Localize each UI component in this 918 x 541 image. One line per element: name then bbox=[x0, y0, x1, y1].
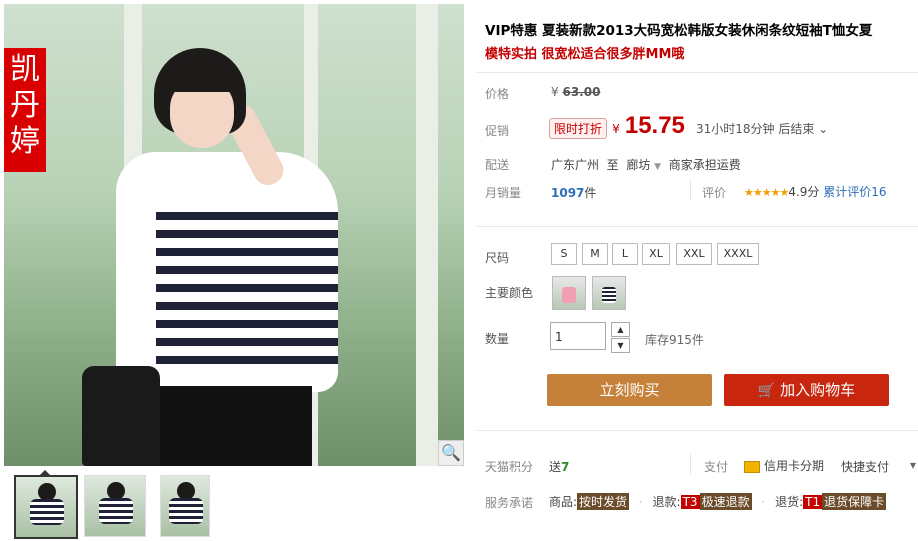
stock: 库存915件 bbox=[645, 333, 704, 347]
buy-now-button[interactable]: 立刻购买 bbox=[547, 374, 712, 406]
chevron-down-icon[interactable]: ▼ bbox=[654, 162, 661, 172]
goods-prefix: 商品: bbox=[549, 495, 578, 509]
ship-to-select[interactable]: 廊坊 bbox=[626, 158, 650, 172]
quantity-input[interactable]: 1 bbox=[550, 322, 606, 350]
window-frame bbox=[416, 4, 438, 466]
divider bbox=[476, 226, 918, 227]
credit-label: 信用卡分期 bbox=[764, 459, 825, 473]
fast-refund-tag[interactable]: 极速退款 bbox=[699, 493, 752, 510]
rating-score: 4.9分 bbox=[788, 185, 820, 199]
size-label: 尺码 bbox=[485, 251, 510, 265]
striped-shirt bbox=[116, 152, 338, 392]
price-label: 价格 bbox=[485, 87, 510, 101]
add-to-cart-button[interactable]: 🛒 加入购物车 bbox=[724, 374, 889, 406]
chevron-down-icon: ⌄ bbox=[818, 122, 829, 136]
promo-price: 15.75 bbox=[624, 112, 685, 139]
sales-label: 月销量 bbox=[485, 186, 522, 200]
add-to-cart-label: 加入购物车 bbox=[780, 381, 856, 399]
thumbnail-2[interactable] bbox=[84, 475, 146, 537]
size-option-xxl[interactable]: XXL bbox=[676, 243, 712, 265]
return-prefix: 退货: bbox=[775, 495, 804, 509]
size-option-s[interactable]: S bbox=[551, 243, 577, 265]
reviews-link[interactable]: 累计评价16 bbox=[823, 185, 886, 199]
currency: ¥ bbox=[612, 122, 620, 136]
product-subtitle: 模特实拍 很宽松适合很多胖MM哦 bbox=[485, 47, 685, 62]
divider bbox=[476, 72, 918, 73]
pay-label: 支付 bbox=[704, 460, 729, 474]
service-commitments: 商品: 按时发货 · 退款: T3 极速退款 · 退货: T1 退货保障卡 bbox=[549, 493, 887, 510]
rating: ★★★★★4.9分 累计评价16 bbox=[744, 183, 887, 200]
shipping-info: 广东广州 至 廊坊 ▼ 商家承担运费 bbox=[551, 156, 741, 173]
shipping-fee: 商家承担运费 bbox=[668, 158, 741, 172]
product-title: VIP特惠 夏装新款2013大码宽松韩版女装休闲条纹短袖T恤女夏 bbox=[485, 23, 873, 39]
refund-code-badge: T3 bbox=[680, 495, 700, 509]
qty-increase-button[interactable]: ▲ bbox=[611, 322, 630, 337]
points-number: 7 bbox=[561, 460, 570, 474]
divider bbox=[476, 430, 918, 431]
divider bbox=[690, 454, 691, 474]
service-label: 服务承诺 bbox=[485, 496, 534, 510]
points-label: 天猫积分 bbox=[485, 460, 534, 474]
countdown-text: 31小时18分钟 后结束 bbox=[696, 122, 815, 136]
divider bbox=[690, 180, 691, 200]
thumbnail-3[interactable] bbox=[160, 475, 210, 537]
qty-decrease-button[interactable]: ▼ bbox=[611, 338, 630, 353]
points-give: 送 bbox=[549, 460, 562, 474]
promo-badge: 限时打折 bbox=[549, 118, 608, 139]
size-option-xxxl[interactable]: XXXL bbox=[717, 243, 759, 265]
separator: · bbox=[761, 495, 766, 509]
fast-pay-label: 快捷支付 bbox=[841, 460, 890, 474]
points-value: 送7 bbox=[549, 458, 569, 475]
handbag bbox=[82, 366, 160, 466]
magnifier-icon[interactable]: 🔍 bbox=[438, 440, 464, 466]
color-option-2[interactable] bbox=[592, 276, 626, 310]
original-price-value: 63.00 bbox=[562, 85, 601, 99]
chevron-down-icon[interactable]: ▾ bbox=[910, 458, 916, 472]
qty-label: 数量 bbox=[485, 332, 510, 346]
pants bbox=[154, 386, 312, 466]
return-code-badge: T1 bbox=[803, 495, 823, 509]
sales-count: 1097 bbox=[551, 186, 585, 200]
separator: · bbox=[638, 495, 643, 509]
shipping-label: 配送 bbox=[485, 158, 510, 172]
thumbnail-1[interactable] bbox=[14, 475, 78, 539]
credit-card-icon bbox=[744, 460, 760, 473]
refund-prefix: 退款: bbox=[652, 495, 681, 509]
ship-to-word: 至 bbox=[606, 158, 619, 172]
size-option-l[interactable]: L bbox=[612, 243, 638, 265]
color-option-1[interactable] bbox=[552, 276, 586, 310]
promo-label: 促销 bbox=[485, 124, 510, 138]
currency: ¥ bbox=[551, 85, 559, 99]
color-label: 主要颜色 bbox=[485, 286, 534, 300]
brand-badge: 凯丹婷 bbox=[4, 48, 46, 172]
rating-label: 评价 bbox=[702, 186, 727, 200]
size-option-m[interactable]: M bbox=[582, 243, 608, 265]
original-price: ¥ 63.00 bbox=[551, 85, 600, 99]
sales-unit: 件 bbox=[584, 186, 597, 200]
ship-from: 广东广州 bbox=[551, 158, 600, 172]
fast-pay[interactable]: 快捷支付 bbox=[841, 458, 889, 475]
monthly-sales: 1097件 bbox=[551, 184, 596, 201]
main-product-image[interactable]: 凯丹婷 🔍 bbox=[4, 4, 464, 466]
cart-icon: 🛒 bbox=[757, 383, 776, 399]
countdown[interactable]: 31小时18分钟 后结束 ⌄ bbox=[696, 122, 828, 136]
star-icons: ★★★★★ bbox=[744, 186, 789, 199]
return-guarantee-tag[interactable]: 退货保障卡 bbox=[822, 493, 887, 510]
on-time-delivery-tag[interactable]: 按时发货 bbox=[577, 493, 630, 510]
promo-row: 限时打折 ¥ 15.75 31小时18分钟 后结束 ⌄ bbox=[549, 112, 828, 140]
size-option-xl[interactable]: XL bbox=[642, 243, 670, 265]
credit-installment[interactable]: 信用卡分期 bbox=[744, 457, 824, 474]
